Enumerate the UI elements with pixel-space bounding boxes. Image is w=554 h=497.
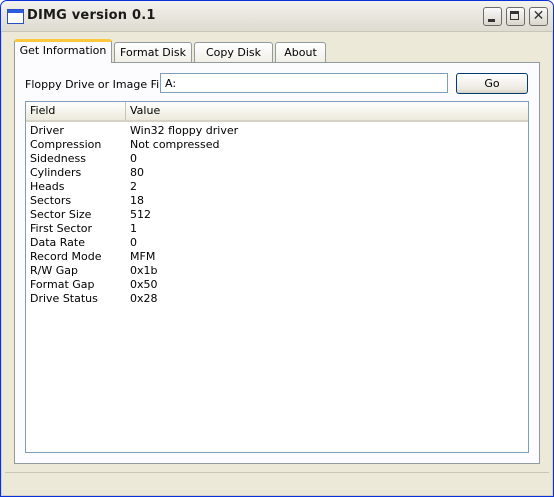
field-cell: Cylinders bbox=[30, 166, 82, 179]
value-cell: 0x50 bbox=[130, 278, 158, 291]
list-item[interactable]: Compression Not compressed bbox=[26, 138, 528, 152]
window-footer bbox=[5, 472, 549, 493]
value-cell: 2 bbox=[130, 180, 137, 193]
tab-format-disk[interactable]: Format Disk bbox=[114, 42, 192, 62]
field-cell: Sidedness bbox=[30, 152, 86, 165]
list-item[interactable]: Sector Size 512 bbox=[26, 208, 528, 222]
field-cell: Sectors bbox=[30, 194, 72, 207]
field-cell: Compression bbox=[30, 138, 102, 151]
tab-about[interactable]: About bbox=[275, 42, 326, 62]
list-item[interactable]: First Sector 1 bbox=[26, 222, 528, 236]
title-bar[interactable]: DIMG version 0.1 ✕ bbox=[1, 1, 553, 32]
value-cell: 1 bbox=[130, 222, 137, 235]
list-item[interactable]: Format Gap 0x50 bbox=[26, 278, 528, 292]
app-window-icon[interactable] bbox=[7, 9, 24, 24]
drive-label: Floppy Drive or Image File: bbox=[25, 78, 173, 91]
tab-panel: Floppy Drive or Image File: Go Field Val… bbox=[14, 62, 540, 464]
value-cell: MFM bbox=[130, 250, 156, 263]
field-cell: Drive Status bbox=[30, 292, 98, 305]
list-item[interactable]: Cylinders 80 bbox=[26, 166, 528, 180]
info-list-view[interactable]: Field Value Driver Win32 floppy driver Co… bbox=[25, 101, 529, 453]
field-cell: Driver bbox=[30, 124, 64, 137]
list-item[interactable]: Record Mode MFM bbox=[26, 250, 528, 264]
value-cell: 0x1b bbox=[130, 264, 158, 277]
field-cell: First Sector bbox=[30, 222, 93, 235]
close-icon: ✕ bbox=[532, 8, 545, 24]
field-cell: Data Rate bbox=[30, 236, 85, 249]
field-cell: R/W Gap bbox=[30, 264, 78, 277]
value-cell: 0 bbox=[130, 152, 137, 165]
tab-get-information[interactable]: Get Information bbox=[14, 39, 112, 63]
value-cell: 18 bbox=[130, 194, 144, 207]
list-item[interactable]: Sidedness 0 bbox=[26, 152, 528, 166]
field-cell: Sector Size bbox=[30, 208, 92, 221]
list-item[interactable]: Heads 2 bbox=[26, 180, 528, 194]
app-window: DIMG version 0.1 ✕ Get Information Forma… bbox=[0, 0, 554, 497]
list-item[interactable]: Sectors 18 bbox=[26, 194, 528, 208]
window-title: DIMG version 0.1 bbox=[27, 8, 156, 23]
field-cell: Heads bbox=[30, 180, 65, 193]
field-cell: Record Mode bbox=[30, 250, 102, 263]
value-cell: 512 bbox=[130, 208, 151, 221]
list-item[interactable]: Drive Status 0x28 bbox=[26, 292, 528, 306]
minimize-button[interactable] bbox=[483, 7, 502, 26]
close-button[interactable]: ✕ bbox=[529, 7, 548, 26]
field-cell: Format Gap bbox=[30, 278, 95, 291]
list-header: Field Value bbox=[26, 102, 528, 122]
list-item[interactable]: Data Rate 0 bbox=[26, 236, 528, 250]
value-cell: Win32 floppy driver bbox=[130, 124, 239, 137]
tab-copy-disk[interactable]: Copy Disk bbox=[194, 42, 273, 62]
value-cell: Not compressed bbox=[130, 138, 220, 151]
column-header-value[interactable]: Value bbox=[126, 102, 528, 120]
list-item[interactable]: Driver Win32 floppy driver bbox=[26, 124, 528, 138]
value-cell: 80 bbox=[130, 166, 144, 179]
value-cell: 0 bbox=[130, 236, 137, 249]
list-item[interactable]: R/W Gap 0x1b bbox=[26, 264, 528, 278]
list-rows: Driver Win32 floppy driver Compression Not… bbox=[26, 124, 528, 306]
value-cell: 0x28 bbox=[130, 292, 158, 305]
column-header-field[interactable]: Field bbox=[26, 102, 126, 120]
go-button[interactable]: Go bbox=[456, 73, 528, 94]
maximize-button[interactable] bbox=[506, 7, 525, 26]
drive-input[interactable] bbox=[160, 73, 448, 93]
